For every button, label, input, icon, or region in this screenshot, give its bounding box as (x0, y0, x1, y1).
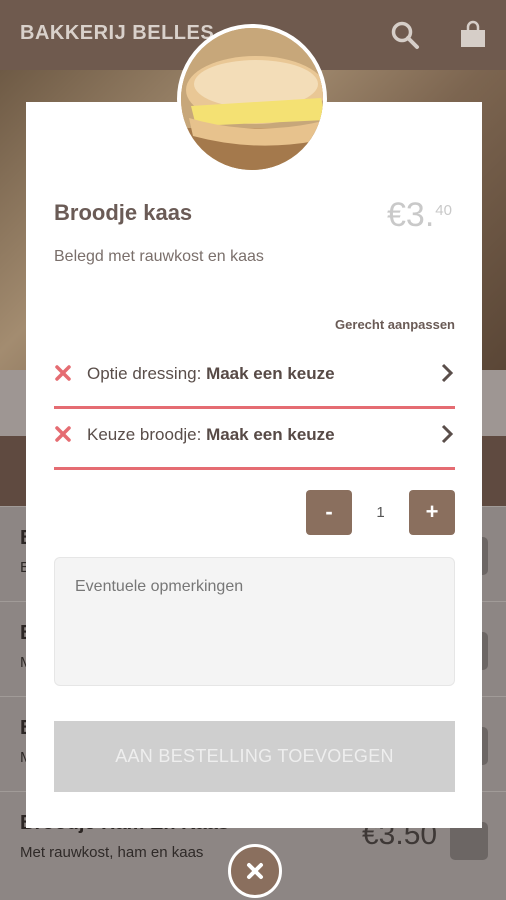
option-dressing[interactable]: Optie dressing: Maak een keuze (54, 350, 455, 409)
remarks-field[interactable] (54, 557, 455, 686)
price-main: €3. (387, 196, 435, 234)
error-x-icon (55, 365, 71, 381)
add-to-order-button[interactable]: AAN BESTELLING TOEVOEGEN (54, 721, 455, 792)
price-cents: 40 (435, 202, 452, 219)
customize-heading: Gerecht aanpassen (335, 317, 455, 332)
quantity-value[interactable]: 1 (352, 490, 409, 535)
brand-name: BAKKERIJ BELLES (20, 22, 215, 44)
option-bread[interactable]: Keuze broodje: Maak een keuze (54, 411, 455, 470)
increase-quantity-button[interactable]: + (409, 490, 455, 535)
shopping-bag-icon[interactable] (458, 20, 488, 50)
list-item-desc: Met rauwkost, ham en kaas (20, 844, 204, 861)
chevron-right-icon (441, 363, 454, 383)
option-value: Maak een keuze (206, 425, 335, 444)
product-image (177, 24, 327, 174)
option-value: Maak een keuze (206, 364, 335, 383)
option-name: Optie dressing: (87, 364, 207, 383)
decrease-quantity-button[interactable]: - (306, 490, 352, 535)
search-icon[interactable] (390, 20, 420, 50)
chevron-right-icon (441, 424, 454, 444)
close-icon (247, 863, 263, 879)
quantity-stepper: - 1 + (306, 490, 455, 535)
option-label: Keuze broodje: Maak een keuze (87, 425, 335, 445)
option-label: Optie dressing: Maak een keuze (87, 364, 335, 384)
error-x-icon (55, 426, 71, 442)
product-description: Belegd met rauwkost en kaas (54, 248, 264, 265)
option-name: Keuze broodje: (87, 425, 207, 444)
product-title: Broodje kaas (54, 200, 193, 225)
product-price: €3.40 (387, 196, 452, 235)
close-button[interactable] (228, 844, 282, 898)
